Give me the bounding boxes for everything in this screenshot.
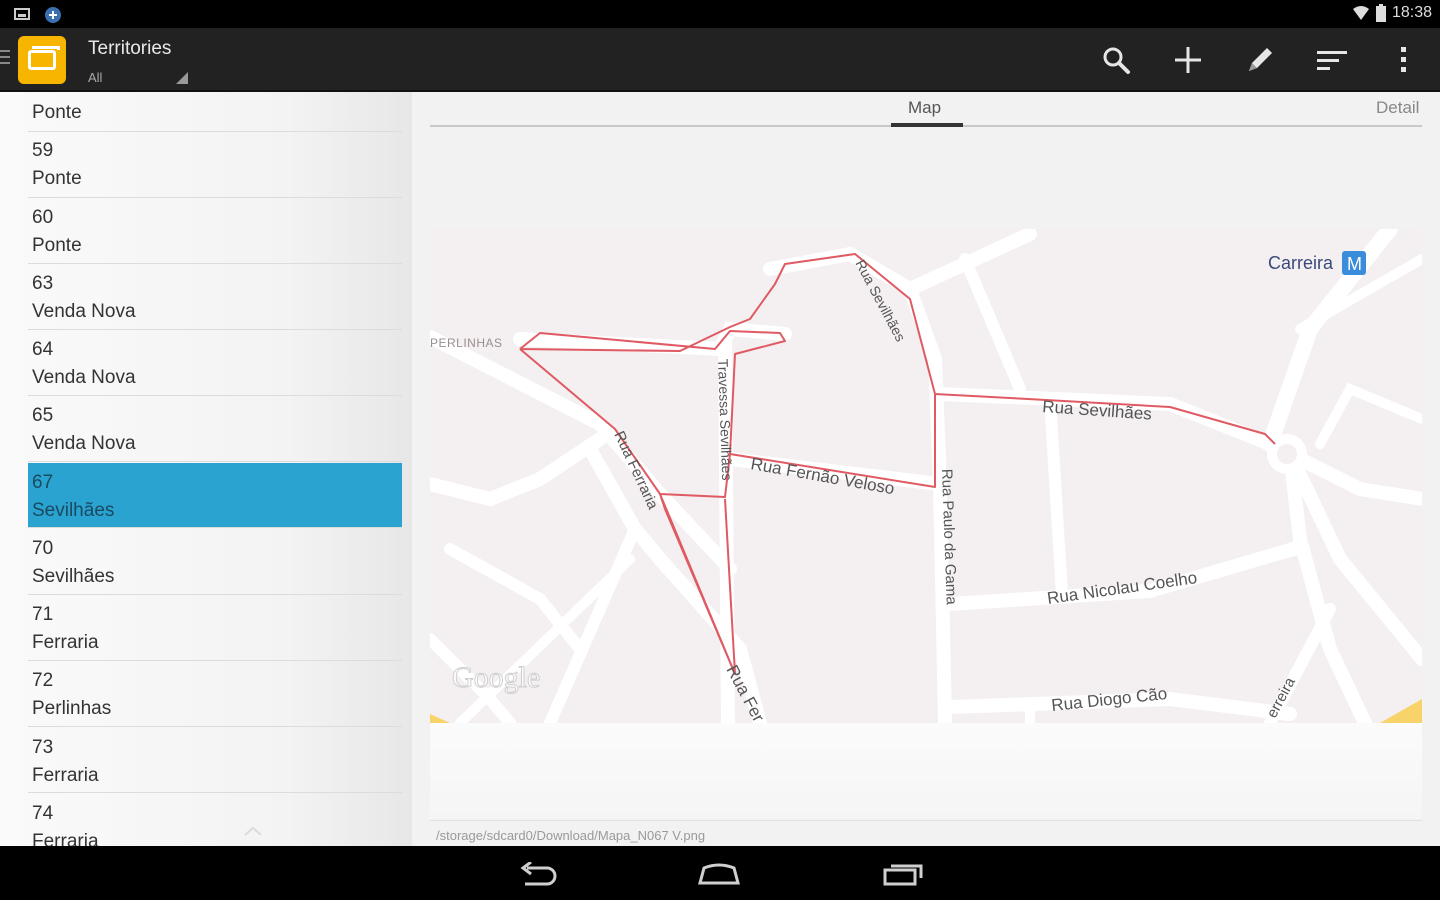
- territory-place: Venda Nova: [32, 367, 136, 388]
- scroll-up-icon: [244, 826, 262, 836]
- status-bar: 18:38: [0, 0, 1440, 28]
- home-icon: [698, 863, 740, 885]
- territory-place: Perlinhas: [32, 698, 112, 719]
- app-title: Territories: [88, 38, 172, 59]
- list-item-selected[interactable]: 67 Sevilhães: [28, 463, 402, 528]
- territory-place: Venda Nova: [32, 301, 136, 322]
- list-item[interactable]: 63 Venda Nova: [28, 264, 402, 330]
- spinner-arrow-icon[interactable]: [176, 72, 188, 84]
- territory-number: 74: [32, 803, 54, 824]
- system-navigation-bar: [0, 846, 1440, 900]
- street-label: Travessa Sevilhães: [715, 359, 735, 481]
- list-item[interactable]: 60 Ponte: [28, 198, 402, 264]
- place-label-perlinhas: PERLINHAS: [430, 336, 503, 350]
- file-path-text: /storage/sdcard0/Download/Mapa_N067 V.pn…: [436, 828, 706, 843]
- road: [959, 253, 1026, 395]
- search-icon: [1103, 47, 1130, 74]
- google-watermark: Google: [452, 661, 540, 694]
- list-item[interactable]: Ponte: [28, 92, 402, 132]
- tab-map[interactable]: Map: [908, 98, 941, 118]
- list-item[interactable]: 65 Venda Nova: [28, 396, 402, 462]
- road: [1044, 393, 1068, 600]
- recent-apps-icon: [883, 864, 923, 886]
- app-notification-icon: [45, 7, 61, 23]
- territory-place: Ferraria: [32, 765, 99, 786]
- tab-active-indicator: [891, 123, 963, 127]
- wifi-icon: [1352, 6, 1369, 20]
- road: [455, 554, 635, 723]
- territory-place: Sevilhães: [32, 500, 115, 521]
- action-bar: Territories All: [0, 28, 1440, 92]
- edit-icon: [1249, 48, 1272, 71]
- detail-pane: Map Detail Carreira M PERLINHAS Rua Sevi…: [412, 92, 1440, 846]
- list-item[interactable]: 72 Perlinhas: [28, 661, 402, 727]
- roundabout-center: [1277, 444, 1297, 464]
- place-label-carreira: Carreira: [1268, 253, 1334, 273]
- territory-number: 63: [32, 273, 54, 294]
- territory-map-image[interactable]: Carreira M PERLINHAS Rua Sevilhães Rua S…: [430, 229, 1422, 723]
- territory-number: 65: [32, 405, 54, 426]
- app-icon[interactable]: [18, 36, 66, 84]
- territory-number: 72: [32, 670, 54, 691]
- territory-number: 67: [32, 472, 54, 493]
- home-button[interactable]: [689, 858, 749, 890]
- list-item[interactable]: 59 Ponte: [28, 132, 402, 198]
- list-item[interactable]: 70 Sevilhães: [28, 529, 402, 595]
- tab-detail[interactable]: Detail: [1376, 98, 1419, 118]
- street-label: Rua Diogo Cão: [1050, 684, 1168, 715]
- street-label: Rua Fernão Veloso: [749, 454, 896, 498]
- territory-number: 59: [32, 140, 54, 161]
- overflow-menu-button[interactable]: [1368, 28, 1440, 92]
- territory-place: Ponte: [32, 168, 82, 189]
- map-corner-feature: [430, 714, 450, 723]
- road: [430, 432, 607, 507]
- add-icon: [1175, 47, 1201, 73]
- territory-number: 70: [32, 538, 54, 559]
- territory-place: Ponte: [32, 102, 82, 123]
- territory-place: Ferraria: [32, 632, 99, 653]
- territory-place: Ponte: [32, 235, 82, 256]
- screenshot-notification-icon: [14, 8, 30, 20]
- edit-button[interactable]: [1224, 28, 1296, 92]
- list-item[interactable]: 64 Venda Nova: [28, 330, 402, 396]
- sort-button[interactable]: [1296, 28, 1368, 92]
- map-caption-area: [430, 723, 1422, 819]
- list-item[interactable]: 74 Ferraria: [28, 793, 402, 846]
- clock-text: 18:38: [1391, 4, 1432, 21]
- road: [1283, 447, 1372, 723]
- road: [1315, 382, 1422, 449]
- back-icon: [520, 862, 557, 886]
- territory-place: Sevilhães: [32, 566, 115, 587]
- road: [444, 543, 586, 655]
- map-canvas: Carreira M PERLINHAS Rua Sevilhães Rua S…: [430, 229, 1422, 723]
- sort-icon: [1317, 51, 1347, 70]
- territory-number: 64: [32, 339, 54, 360]
- battery-icon: [1375, 4, 1386, 22]
- territory-number: 73: [32, 737, 54, 758]
- add-button[interactable]: [1152, 28, 1224, 92]
- divider: [430, 820, 1422, 821]
- territory-place: Ferraria: [32, 831, 99, 846]
- filter-spinner-value[interactable]: All: [88, 70, 102, 85]
- recent-apps-button[interactable]: [873, 858, 933, 890]
- territory-list[interactable]: Ponte 59 Ponte 60 Ponte 63 Venda Nova 64…: [0, 92, 412, 846]
- drawer-indicator-icon[interactable]: [0, 50, 10, 68]
- list-item[interactable]: 73 Ferraria: [28, 727, 402, 793]
- map-corner-feature: [1380, 699, 1422, 723]
- territory-number: 60: [32, 207, 54, 228]
- street-label: Rua Nicolau Coelho: [1046, 568, 1198, 608]
- list-item[interactable]: 71 Ferraria: [28, 595, 402, 661]
- metro-icon: M: [1347, 254, 1362, 274]
- back-button[interactable]: [507, 858, 567, 890]
- territory-number: 71: [32, 604, 54, 625]
- territory-place: Venda Nova: [32, 433, 136, 454]
- overflow-menu-icon: [1401, 47, 1406, 72]
- search-button[interactable]: [1080, 28, 1152, 92]
